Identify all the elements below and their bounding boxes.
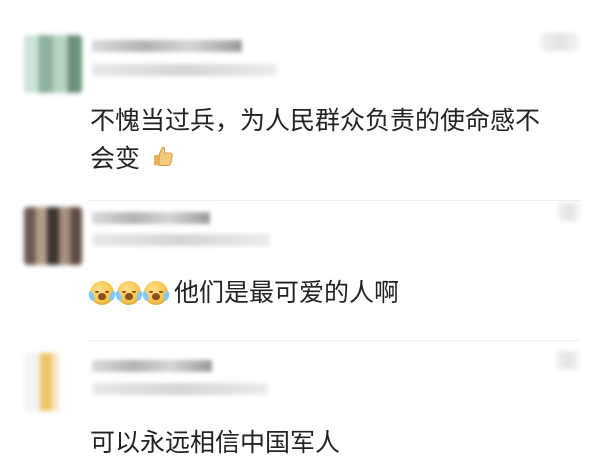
comment-text-label: 他们是最可爱的人啊 xyxy=(174,278,400,307)
crying-face-mouth xyxy=(125,293,133,300)
comment-text: 可以永远相信中国军人 xyxy=(90,428,341,457)
like-count-redacted[interactable] xyxy=(556,351,580,369)
username-redacted xyxy=(92,40,242,52)
comment-item: 可以永远相信中国军人 xyxy=(0,345,600,473)
crying-face-tear-left xyxy=(141,290,150,302)
avatar[interactable] xyxy=(24,207,82,265)
crying-face-tear-right xyxy=(162,290,171,302)
comment-meta-redacted xyxy=(92,383,268,395)
crying-face-mouth xyxy=(152,293,160,300)
username-redacted xyxy=(92,360,212,372)
crying-face-icon xyxy=(114,281,144,305)
crying-face-icon xyxy=(141,281,171,305)
comment-divider xyxy=(88,340,580,341)
comment-divider xyxy=(88,200,580,201)
avatar[interactable] xyxy=(24,35,82,93)
crying-face-tear-left xyxy=(114,290,123,302)
comment-meta-redacted xyxy=(92,64,277,76)
crying-face-icon xyxy=(87,281,117,305)
comment-meta-redacted xyxy=(92,234,270,246)
comment-text-line-1: 不愧当过兵，为人民群众负责的使命感不 xyxy=(90,106,541,135)
emoji-group xyxy=(87,281,171,305)
crying-face-tear-left xyxy=(87,290,96,302)
comment-text-line-2: 会变 xyxy=(90,140,580,178)
comment-text: 他们是最可爱的人啊 xyxy=(87,274,580,312)
comment-item: 他们是最可爱的人啊 xyxy=(0,203,600,333)
comment-list: 不愧当过兵，为人民群众负责的使命感不 会变 他们是最可爱的人啊 可以永远相信中国… xyxy=(0,0,600,473)
like-count-redacted[interactable] xyxy=(558,203,580,221)
avatar[interactable] xyxy=(24,353,82,411)
like-count-redacted[interactable] xyxy=(540,33,580,51)
comment-text: 不愧当过兵，为人民群众负责的使命感不 会变 xyxy=(90,102,580,178)
comment-item: 不愧当过兵，为人民群众负责的使命感不 会变 xyxy=(0,22,600,197)
thumbs-up-icon xyxy=(153,146,173,166)
username-redacted xyxy=(92,212,210,224)
comment-text-line-2-label: 会变 xyxy=(90,144,141,173)
crying-face-mouth xyxy=(98,293,106,300)
